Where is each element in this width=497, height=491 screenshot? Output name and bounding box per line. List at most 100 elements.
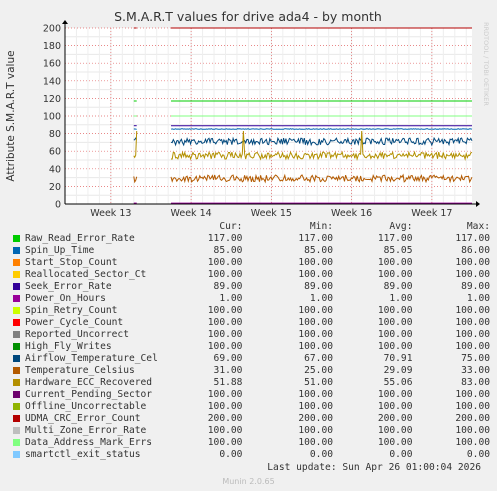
y-tick-label: 100 <box>43 112 61 123</box>
legend-swatch <box>13 330 20 338</box>
legend-value-max: 89.00 <box>461 281 490 292</box>
legend-series-cell: Multi_Zone_Error_Rate <box>12 425 189 437</box>
legend-value-max: 100.00 <box>455 269 490 280</box>
legend-swatch <box>13 402 20 410</box>
legend-value-avg: 200.00 <box>377 413 413 424</box>
legend-swatch <box>13 270 20 278</box>
legend-value-max: 0.00 <box>466 449 490 460</box>
y-axis-arrow <box>62 20 68 24</box>
legend-value-min: 100.00 <box>298 269 333 280</box>
legend-series-cell: Start_Stop_Count <box>12 257 189 269</box>
legend-value-min: 1.00 <box>309 293 333 304</box>
y-tick-label: 0 <box>55 200 61 211</box>
legend-series-name: Power_On_Hours <box>25 293 106 304</box>
legend-value-max: 1.00 <box>466 293 490 304</box>
legend-value-cur: 200.00 <box>207 413 243 424</box>
legend-swatch <box>13 426 20 434</box>
legend-series-name: Multi_Zone_Error_Rate <box>25 425 147 436</box>
legend-series-name: Spin_Retry_Count <box>25 305 118 316</box>
legend-swatch <box>13 318 20 326</box>
legend-value-avg: 100.00 <box>377 269 413 280</box>
legend-series-name: Power_Cycle_Count <box>25 317 124 328</box>
legend-value-avg: 1.00 <box>389 293 413 304</box>
legend-value-avg: 100.00 <box>377 329 413 340</box>
legend-row: Reallocated_Sector_Ct 100.00 100.00 100.00 1… <box>12 269 490 281</box>
legend-value-min: 100.00 <box>298 257 333 268</box>
legend-row: Power_Cycle_Count 100.00 100.00 100.00 100.0… <box>12 317 490 329</box>
legend-row: Multi_Zone_Error_Rate 100.00 100.00 100.00 1… <box>12 425 490 437</box>
legend-value-cur: 89.00 <box>213 281 243 292</box>
legend-series-name: smartctl_exit_status <box>25 449 141 460</box>
legend-value-min: 51.00 <box>304 377 333 388</box>
legend-row: UDMA_CRC_Error_Count 200.00 200.00 200.00 20… <box>12 413 490 425</box>
legend-series-name: Seek_Error_Rate <box>25 281 112 292</box>
legend-series-cell: Reallocated_Sector_Ct <box>12 269 189 281</box>
legend-value-cur: 100.00 <box>207 257 243 268</box>
legend-value-avg: 29.09 <box>383 365 413 376</box>
legend-row: Spin_Retry_Count 100.00 100.00 100.00 100.00 <box>12 305 490 317</box>
legend-value-min: 117.00 <box>298 233 333 244</box>
y-tick-label: 160 <box>43 59 61 70</box>
legend-value-avg: 100.00 <box>377 401 413 412</box>
legend-value-cur: 51.88 <box>213 377 243 388</box>
legend-value-max: 117.00 <box>455 233 490 244</box>
legend-value-max: 100.00 <box>455 341 490 352</box>
x-tick-label: Week 15 <box>251 208 292 219</box>
legend-series-cell: Spin_Retry_Count <box>12 305 189 317</box>
legend-value-avg: 100.00 <box>377 257 413 268</box>
legend-value-min: 100.00 <box>298 437 333 448</box>
y-tick-label: 40 <box>49 164 61 175</box>
legend-value-avg: 100.00 <box>377 425 413 436</box>
legend-value-max: 100.00 <box>455 317 490 328</box>
legend-value-min: 200.00 <box>298 413 333 424</box>
legend-value-min: 100.00 <box>298 341 333 352</box>
legend-value-cur: 1.00 <box>219 293 243 304</box>
x-tick-label: Week 14 <box>171 208 212 219</box>
legend-row: Raw_Read_Error_Rate 117.00 117.00 117.00 117… <box>12 233 490 245</box>
legend-header-max: Max: <box>466 221 490 232</box>
legend-value-cur: 100.00 <box>207 425 243 436</box>
legend-value-max: 200.00 <box>455 413 490 424</box>
legend-value-max: 100.00 <box>455 389 490 400</box>
legend-value-cur: 85.00 <box>213 245 243 256</box>
legend-swatch <box>13 306 20 314</box>
legend-series-cell: Reported_Uncorrect <box>12 329 189 341</box>
legend-value-cur: 100.00 <box>207 401 243 412</box>
series-line-spin-up-time <box>170 128 473 130</box>
legend-swatch <box>13 390 20 398</box>
legend-header-row: Cur: Min: Avg: Max: <box>12 221 490 233</box>
legend-value-min: 100.00 <box>298 425 333 436</box>
legend-series-cell: Spin_Up_Time <box>12 245 189 257</box>
legend-value-cur: 117.00 <box>207 233 243 244</box>
legend-value-max: 100.00 <box>455 329 490 340</box>
legend-row: Start_Stop_Count 100.00 100.00 100.00 100.00 <box>12 257 490 269</box>
legend-value-max: 75.00 <box>461 353 490 364</box>
legend-value-avg: 100.00 <box>377 305 413 316</box>
legend-row: smartctl_exit_status 0.00 0.00 0.00 0.00 <box>12 449 490 461</box>
legend-swatch <box>13 450 20 458</box>
legend-series-name: Reallocated_Sector_Ct <box>25 269 147 280</box>
legend-row: Airflow_Temperature_Cel 69.00 67.00 70.91 75… <box>12 353 490 365</box>
legend-series-cell: Seek_Error_Rate <box>12 281 189 293</box>
y-axis-label: Attribute S.M.A.R.T value <box>5 50 17 181</box>
legend-swatch <box>13 294 20 302</box>
legend-row: Temperature_Celsius 31.00 25.00 29.09 33.00 <box>12 365 490 377</box>
legend-value-min: 100.00 <box>298 317 333 328</box>
legend-series-cell: Hardware_ECC_Recovered <box>12 377 189 389</box>
legend-value-max: 100.00 <box>455 425 490 436</box>
legend-series-name: Temperature_Celsius <box>25 365 135 376</box>
legend-value-avg: 89.00 <box>383 281 413 292</box>
legend-swatch <box>13 234 20 242</box>
legend-value-min: 100.00 <box>298 401 333 412</box>
y-tick-label: 180 <box>43 41 61 52</box>
y-tick-label: 140 <box>43 76 61 87</box>
legend-value-cur: 100.00 <box>207 317 243 328</box>
legend-series-cell: Airflow_Temperature_Cel <box>12 353 189 365</box>
legend-series-cell: smartctl_exit_status <box>12 449 189 461</box>
y-tick-label: 60 <box>49 147 61 158</box>
legend-swatch <box>13 282 20 290</box>
legend-value-max: 100.00 <box>455 257 490 268</box>
legend-series-name: Offline_Uncorrectable <box>25 401 147 412</box>
legend-value-min: 67.00 <box>304 353 333 364</box>
legend-value-min: 89.00 <box>304 281 333 292</box>
